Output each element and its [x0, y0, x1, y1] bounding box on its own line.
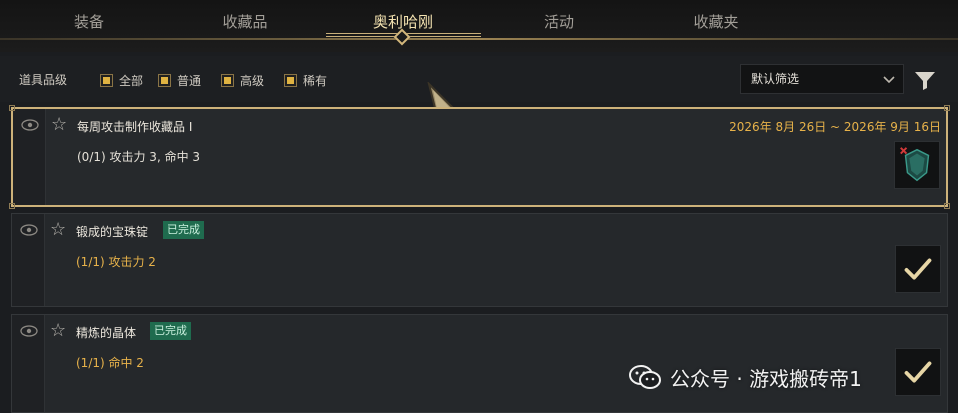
- item-side-strip: [12, 214, 45, 306]
- item-title: 锻成的宝珠锭: [76, 225, 149, 239]
- star-favorite-icon[interactable]: ☆: [51, 115, 67, 135]
- sort-filter-dropdown[interactable]: 默认筛选: [740, 64, 904, 94]
- item-title: 每周攻击制作收藏品 I: [77, 120, 193, 134]
- eye-icon[interactable]: [21, 119, 39, 131]
- star-favorite-icon[interactable]: ☆: [50, 220, 66, 240]
- item-progress: (1/1) 攻击力 2: [76, 255, 156, 269]
- tab-equipment[interactable]: 装备: [34, 8, 144, 36]
- checkmark-icon: [904, 361, 932, 383]
- collection-list-item[interactable]: ☆ 锻成的宝珠锭 已完成 (1/1) 攻击力 2: [11, 213, 948, 307]
- frame-corner: [944, 203, 950, 209]
- frame-corner: [944, 105, 950, 111]
- wechat-logo-icon: [629, 365, 661, 389]
- funnel-filter-icon[interactable]: [913, 68, 937, 92]
- tab-bar: 装备 收藏品 奥利哈刚 活动 收藏夹: [0, 0, 958, 52]
- checkbox-label: 稀有: [303, 73, 328, 88]
- item-side-strip: [13, 109, 46, 205]
- item-progress: (1/1) 命中 2: [76, 356, 144, 370]
- watermark-text: 公众号 · 游戏搬砖帝1: [670, 366, 862, 391]
- item-date-range: 2026年 8月 26日 ~ 2026年 9月 16日: [729, 120, 941, 134]
- checkbox-icon: [284, 73, 297, 87]
- item-title: 精炼的晶体: [76, 326, 137, 340]
- watermark: 公众号 · 游戏搬砖帝1: [628, 362, 862, 392]
- tab-divider: [0, 38, 958, 40]
- item-side-strip: [12, 315, 45, 412]
- item-thumbnail[interactable]: [895, 245, 941, 293]
- collection-list-item[interactable]: ☆ 每周攻击制作收藏品 I 2026年 8月 26日 ~ 2026年 9月 16…: [9, 105, 950, 209]
- checkmark-icon: [904, 258, 932, 280]
- checkbox-icon: [158, 73, 171, 87]
- star-favorite-icon[interactable]: ☆: [50, 321, 66, 341]
- item-progress: (0/1) 攻击力 3, 命中 3: [77, 150, 201, 164]
- tab-favorites[interactable]: 收藏夹: [661, 8, 771, 36]
- tab-events[interactable]: 活动: [504, 8, 614, 36]
- filter-checkbox-rare[interactable]: 稀有: [284, 72, 327, 88]
- item-thumbnail[interactable]: [894, 141, 940, 189]
- completed-badge: 已完成: [150, 322, 191, 340]
- chevron-down-icon: [883, 76, 895, 84]
- filter-checkbox-normal[interactable]: 普通: [158, 72, 201, 88]
- filter-bar: 道具品级 全部 普通 高级 稀有 默认筛选: [0, 56, 958, 102]
- item-grade-label: 道具品级: [19, 73, 68, 87]
- frame-corner: [9, 203, 15, 209]
- tab-collectibles[interactable]: 收藏品: [190, 8, 300, 36]
- filter-checkbox-all[interactable]: 全部: [100, 72, 143, 88]
- checkbox-label: 全部: [119, 73, 144, 88]
- crystal-shield-icon: [900, 147, 930, 182]
- eye-icon[interactable]: [20, 325, 38, 337]
- checkbox-label: 普通: [177, 73, 202, 88]
- filter-checkbox-advanced[interactable]: 高级: [221, 72, 264, 88]
- checkbox-label: 高级: [240, 73, 265, 88]
- checkbox-icon: [221, 73, 234, 87]
- completed-badge: 已完成: [163, 221, 204, 239]
- checkbox-icon: [100, 73, 113, 87]
- frame-corner: [9, 105, 15, 111]
- eye-icon[interactable]: [20, 224, 38, 236]
- dropdown-value: 默认筛选: [751, 72, 800, 86]
- item-thumbnail[interactable]: [895, 348, 941, 396]
